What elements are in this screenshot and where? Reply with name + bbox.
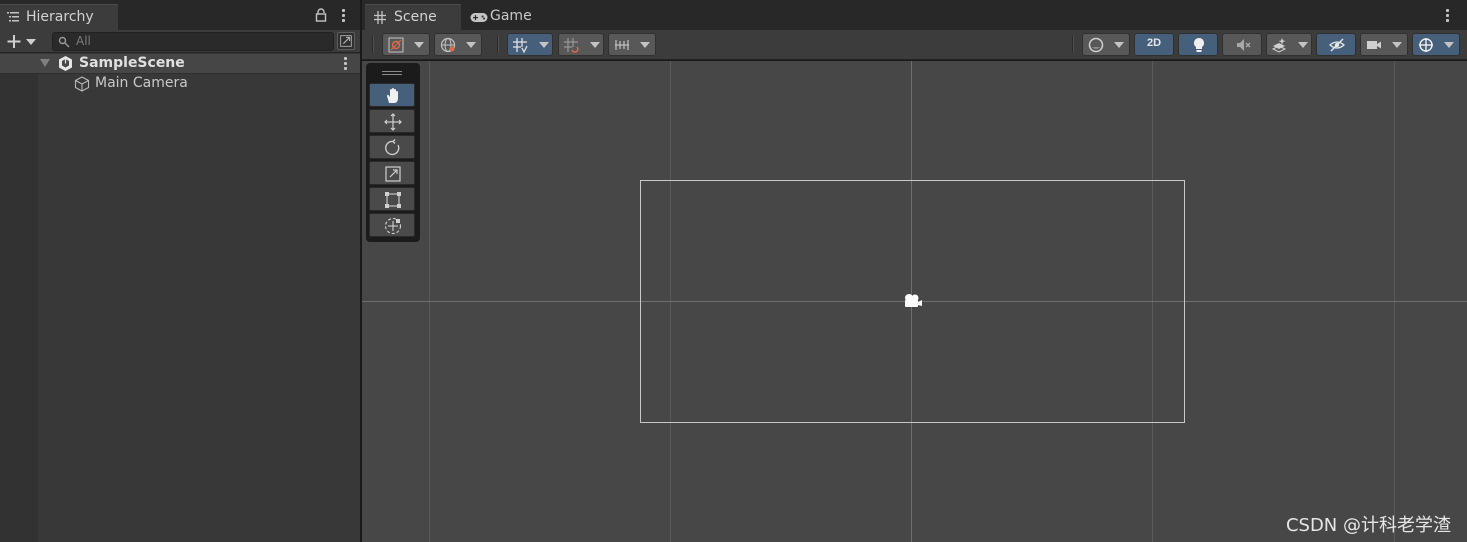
scene-tab-bar: Scene Game <box>362 0 1467 30</box>
hierarchy-panel: Hierarchy All SampleScene Main Camera <box>0 0 360 542</box>
rotate-tool-button[interactable] <box>369 135 415 159</box>
transform-tool-button[interactable] <box>369 213 415 237</box>
chevron-down-icon <box>1114 42 1124 48</box>
increment-snap-icon <box>564 38 579 53</box>
scene-toolbar: 2D <box>362 30 1467 60</box>
hand-icon <box>387 88 398 103</box>
video-camera-icon <box>1367 41 1381 49</box>
main-camera-label: Main Camera <box>95 75 188 91</box>
scale-tool-button[interactable] <box>369 161 415 185</box>
search-expand-icon[interactable] <box>337 32 355 50</box>
camera-settings-dropdown[interactable] <box>1360 33 1408 56</box>
tab-scene-label: Scene <box>394 9 437 25</box>
hierarchy-tab-label: Hierarchy <box>26 9 94 25</box>
toolbar-grip <box>497 36 499 53</box>
hierarchy-toolbar: All <box>0 30 360 53</box>
hierarchy-search-input[interactable]: All <box>52 32 334 51</box>
chevron-down-icon <box>640 42 650 48</box>
scene-root-item[interactable]: SampleScene <box>0 54 360 74</box>
rect-tool-button[interactable] <box>369 187 415 211</box>
shading-sphere-icon <box>1088 37 1104 53</box>
tab-scene[interactable]: Scene <box>365 4 461 30</box>
chevron-down-icon <box>590 42 600 48</box>
palette-drag-handle[interactable] <box>382 71 402 75</box>
tab-game-label: Game <box>490 8 532 24</box>
gamepad-icon <box>470 13 488 22</box>
hierarchy-item-main-camera[interactable]: Main Camera <box>0 74 360 94</box>
grid-snapping-toggle[interactable] <box>507 33 553 56</box>
view-tool-button[interactable] <box>369 83 415 107</box>
search-placeholder: All <box>76 34 91 48</box>
chevron-down-icon <box>1298 42 1308 48</box>
tool-palette <box>366 63 420 242</box>
effects-dropdown[interactable] <box>1266 33 1312 56</box>
rect-transform-icon <box>385 192 401 208</box>
move-tool-button[interactable] <box>369 109 415 133</box>
scene-name: SampleScene <box>79 55 185 71</box>
grid-snap-icon <box>513 38 528 53</box>
hierarchy-list-icon <box>7 12 19 22</box>
audio-toggle[interactable] <box>1222 33 1262 56</box>
effects-icon <box>1271 38 1287 53</box>
camera-gizmo-icon[interactable] <box>902 292 924 310</box>
global-local-dropdown[interactable] <box>434 33 482 56</box>
grid-icon <box>374 11 386 24</box>
shading-mode-dropdown[interactable] <box>1082 33 1130 56</box>
globe-icon <box>440 37 456 53</box>
scene-menu-icon[interactable] <box>1444 9 1450 23</box>
move-arrows-icon <box>384 113 402 131</box>
shaded-draw-icon <box>388 37 404 53</box>
search-icon <box>58 36 70 48</box>
rotate-icon <box>385 139 400 156</box>
toolbar-grip <box>1072 36 1074 53</box>
scene-menu-icon[interactable] <box>342 57 348 71</box>
chevron-down-icon <box>539 42 549 48</box>
hierarchy-menu-icon[interactable] <box>340 9 346 23</box>
chevron-down-icon <box>1444 42 1454 48</box>
audio-mute-icon <box>1237 39 1251 51</box>
hidden-objects-toggle[interactable] <box>1316 33 1356 56</box>
lightbulb-icon <box>1194 38 1204 52</box>
draw-mode-dropdown[interactable] <box>382 33 430 56</box>
watermark-text: CSDN @计科老学渣 <box>1285 515 1451 536</box>
lock-icon[interactable] <box>315 8 327 22</box>
unity-scene-icon <box>59 56 72 71</box>
tab-game[interactable]: Game <box>464 4 560 30</box>
expand-arrow-icon[interactable] <box>40 59 50 67</box>
lighting-toggle[interactable] <box>1178 33 1218 56</box>
chevron-down-icon <box>1392 42 1402 48</box>
chevron-down-icon <box>414 42 424 48</box>
hierarchy-tab[interactable]: Hierarchy <box>0 4 118 30</box>
gizmo-orbit-icon <box>1419 38 1433 52</box>
grid-ruler-icon <box>615 40 629 50</box>
chevron-down-icon <box>466 42 476 48</box>
gameobject-cube-icon <box>74 76 90 92</box>
2d-mode-toggle[interactable]: 2D <box>1134 33 1174 56</box>
2d-label: 2D <box>1146 37 1162 49</box>
add-object-button[interactable] <box>4 32 40 51</box>
grid-visibility-dropdown[interactable] <box>608 33 656 56</box>
scene-viewport[interactable] <box>362 61 1467 542</box>
gizmos-dropdown[interactable] <box>1412 33 1460 56</box>
scale-icon <box>385 166 401 182</box>
hierarchy-gutter <box>0 54 38 542</box>
hierarchy-tab-bar: Hierarchy <box>0 0 360 30</box>
transform-combo-icon <box>384 217 402 235</box>
toolbar-grip <box>372 36 374 53</box>
increment-snapping-dropdown[interactable] <box>558 33 604 56</box>
eye-hidden-icon <box>1329 38 1345 52</box>
